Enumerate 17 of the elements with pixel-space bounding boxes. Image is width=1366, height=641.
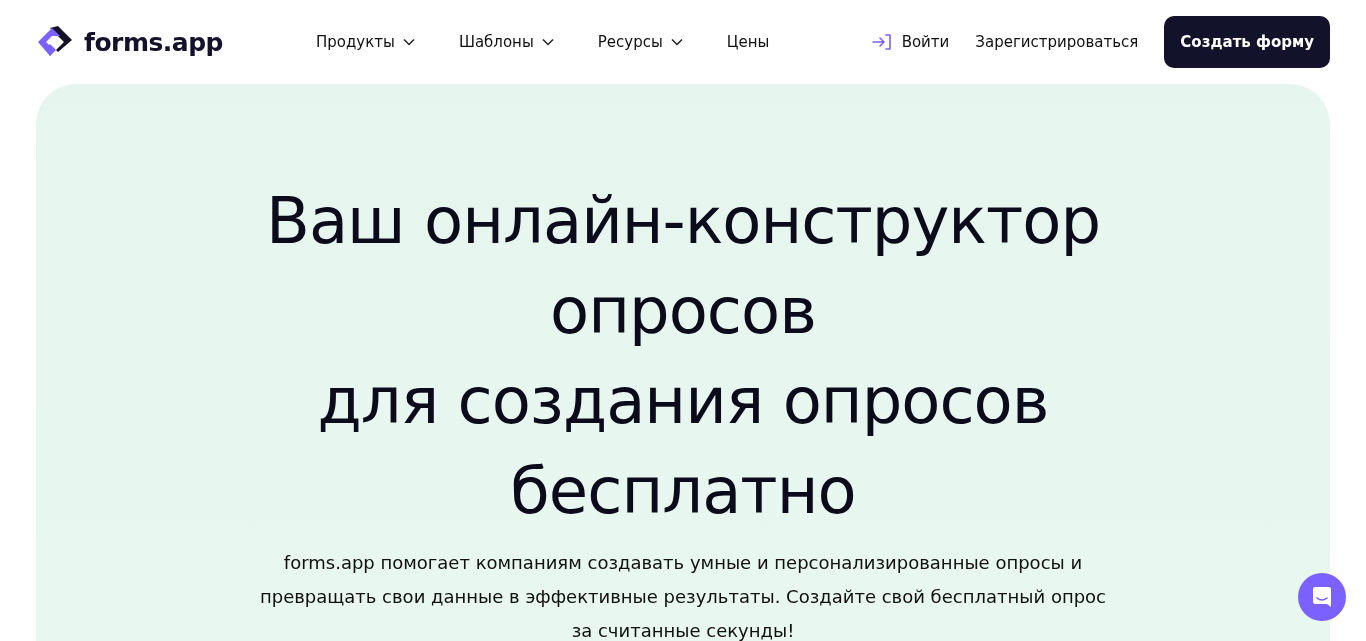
chat-icon: [1312, 586, 1332, 608]
nav-link[interactable]: Цены: [726, 33, 770, 51]
login-link[interactable]: Войти: [871, 33, 950, 51]
chevron-down-icon: [541, 38, 554, 46]
sign-in-icon: [871, 33, 892, 51]
nav-menu[interactable]: Продукты: [316, 33, 415, 51]
nav-menu[interactable]: Шаблоны: [458, 33, 554, 51]
nav-menu[interactable]: Ресурсы: [597, 33, 683, 51]
chevron-down-icon: [670, 38, 683, 46]
signup-link[interactable]: Зарегистрироваться: [975, 33, 1139, 51]
hero-description: forms.app помогает компаниям создавать умные и персонализированные опросы и превращать свои данные в эффективные результаты. Создайте свой бесплатный опрос за считанные секунды!: [259, 551, 1107, 641]
logo-text: forms.app: [84, 27, 223, 57]
hero-heading: Ваш онлайн-конструктор опросов для создания опросов бесплатно: [266, 183, 1100, 530]
chat-button[interactable]: [1298, 573, 1346, 621]
logo[interactable]: forms.app: [36, 22, 286, 62]
create-form-button[interactable]: Создать форму: [1164, 16, 1330, 68]
chevron-down-icon: [402, 38, 415, 46]
